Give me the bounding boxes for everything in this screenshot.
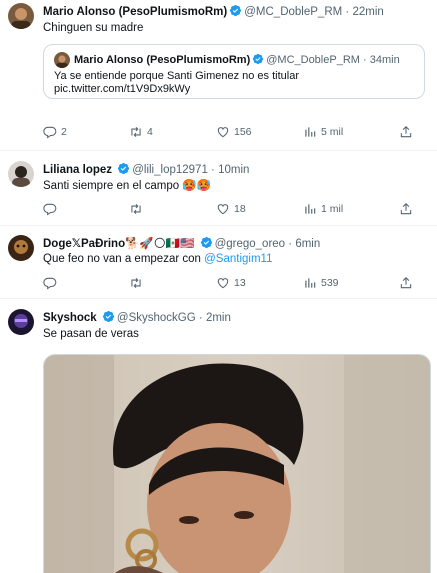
- views-icon: [303, 276, 317, 290]
- tweet-actions: 18 1 mil: [43, 201, 423, 217]
- tweet-text-body: Que feo no van a empezar con: [43, 253, 205, 265]
- share-icon: [399, 125, 413, 139]
- retweet-button[interactable]: [129, 275, 147, 291]
- author-name[interactable]: Skyshock: [43, 312, 97, 324]
- quote-avatar: [54, 52, 70, 68]
- like-count: 18: [234, 203, 246, 215]
- quoted-tweet[interactable]: Mario Alonso (PesoPlumismoRm) @MC_DobleP_…: [43, 44, 425, 99]
- separator-dot: ·: [288, 238, 293, 250]
- like-button[interactable]: 156: [216, 124, 252, 140]
- separator-dot: ·: [198, 312, 203, 324]
- separator-dot: ·: [345, 6, 350, 18]
- tweet-doge-padrino[interactable]: Doge𝕏PaÐrino🐕🚀🌕🇲🇽🇺🇸 @grego_oreo · 6min Q…: [0, 227, 437, 299]
- heart-icon: [216, 125, 230, 139]
- views-count: 5 mil: [321, 126, 344, 138]
- like-count: 156: [234, 126, 252, 138]
- separator-dot: ·: [363, 54, 367, 66]
- quote-timestamp: 34min: [369, 54, 400, 66]
- avatar[interactable]: [8, 3, 34, 29]
- quote-text-line: Ya se entiende porque Santi Gimenez no e…: [54, 70, 300, 82]
- timestamp[interactable]: 10min: [218, 164, 249, 176]
- tweet-text: Chinguen su madre: [43, 22, 144, 34]
- like-count: 13: [234, 277, 246, 289]
- views-count: 539: [321, 277, 339, 289]
- heart-icon: [216, 202, 230, 216]
- retweet-icon: [129, 125, 143, 139]
- retweet-button[interactable]: 4: [129, 124, 153, 140]
- views-button[interactable]: 1 mil: [303, 201, 343, 217]
- tweet-mario-alonso[interactable]: Mario Alonso (PesoPlumismoRm) @MC_DobleP_…: [0, 0, 437, 151]
- tweet-header: Skyshock @SkyshockGG · 2min: [43, 310, 231, 325]
- author-handle[interactable]: @lili_lop12971: [132, 164, 208, 176]
- timestamp[interactable]: 6min: [295, 238, 320, 250]
- share-icon: [399, 276, 413, 290]
- avatar[interactable]: [8, 235, 34, 261]
- like-button[interactable]: 13: [216, 275, 246, 291]
- quote-author-handle: @MC_DobleP_RM: [266, 54, 360, 66]
- timestamp[interactable]: 22min: [352, 6, 383, 18]
- verified-badge-icon: [117, 162, 130, 175]
- retweet-icon: [129, 276, 143, 290]
- tweet-actions: 13 539: [43, 275, 423, 291]
- avatar[interactable]: [8, 309, 34, 335]
- author-handle[interactable]: @MC_DobleP_RM: [244, 6, 342, 18]
- views-icon: [303, 125, 317, 139]
- tweet-text: Que feo no van a empezar con @Santigim11: [43, 252, 272, 267]
- quote-author-name: Mario Alonso (PesoPlumismoRm): [74, 54, 251, 66]
- views-icon: [303, 202, 317, 216]
- like-button[interactable]: 18: [216, 201, 246, 217]
- reply-count: 2: [61, 126, 67, 138]
- author-name[interactable]: Doge𝕏PaÐrino🐕🚀🌕🇲🇽🇺🇸: [43, 238, 194, 250]
- author-name[interactable]: Liliana lopez: [43, 164, 112, 176]
- separator-dot: ·: [211, 164, 215, 176]
- author-name[interactable]: Mario Alonso (PesoPlumismoRm): [43, 6, 227, 18]
- views-button[interactable]: 5 mil: [303, 124, 343, 140]
- tweet-actions: 2 4 156 5 mil: [43, 124, 423, 140]
- reply-icon: [43, 202, 57, 216]
- retweet-button[interactable]: [129, 201, 147, 217]
- share-icon: [399, 202, 413, 216]
- share-button[interactable]: [399, 124, 413, 140]
- reply-icon: [43, 276, 57, 290]
- tweet-liliana-lopez[interactable]: Liliana lopez @lili_lop12971 · 10min San…: [0, 152, 437, 226]
- timestamp[interactable]: 2min: [206, 312, 231, 324]
- verified-badge-icon: [102, 310, 115, 323]
- reply-button[interactable]: 2: [43, 124, 67, 140]
- quote-text: Ya se entiende porque Santi Gimenez no e…: [54, 70, 299, 96]
- author-handle[interactable]: @SkyshockGG: [117, 312, 196, 324]
- quote-header: Mario Alonso (PesoPlumismoRm) @MC_DobleP_…: [74, 53, 400, 67]
- tweet-text: Santi siempre en el campo 🥵🥵: [43, 180, 211, 192]
- share-button[interactable]: [399, 201, 413, 217]
- reply-button[interactable]: [43, 275, 61, 291]
- tweet-header: Doge𝕏PaÐrino🐕🚀🌕🇲🇽🇺🇸 @grego_oreo · 6min: [43, 236, 320, 251]
- reply-button[interactable]: [43, 201, 61, 217]
- share-button[interactable]: [399, 275, 413, 291]
- mention-link[interactable]: @Santigim11: [204, 253, 272, 265]
- avatar[interactable]: [8, 161, 34, 187]
- retweet-count: 4: [147, 126, 153, 138]
- tweet-text: Se pasan de veras: [43, 328, 139, 340]
- verified-badge-icon: [200, 236, 213, 249]
- verified-badge-icon: [229, 4, 242, 17]
- heart-icon: [216, 276, 230, 290]
- tweet-header: Liliana lopez @lili_lop12971 · 10min: [43, 162, 249, 177]
- verified-badge-icon: [252, 53, 264, 65]
- tweet-media-image[interactable]: [43, 354, 431, 573]
- quote-link[interactable]: pic.twitter.com/t1V9Dx9kWy: [54, 83, 299, 96]
- retweet-icon: [129, 202, 143, 216]
- views-button[interactable]: 539: [303, 275, 339, 291]
- media-photo: [44, 355, 430, 573]
- tweet-header: Mario Alonso (PesoPlumismoRm) @MC_DobleP_…: [43, 4, 384, 19]
- author-handle[interactable]: @grego_oreo: [215, 238, 286, 250]
- reply-icon: [43, 125, 57, 139]
- views-count: 1 mil: [321, 203, 344, 215]
